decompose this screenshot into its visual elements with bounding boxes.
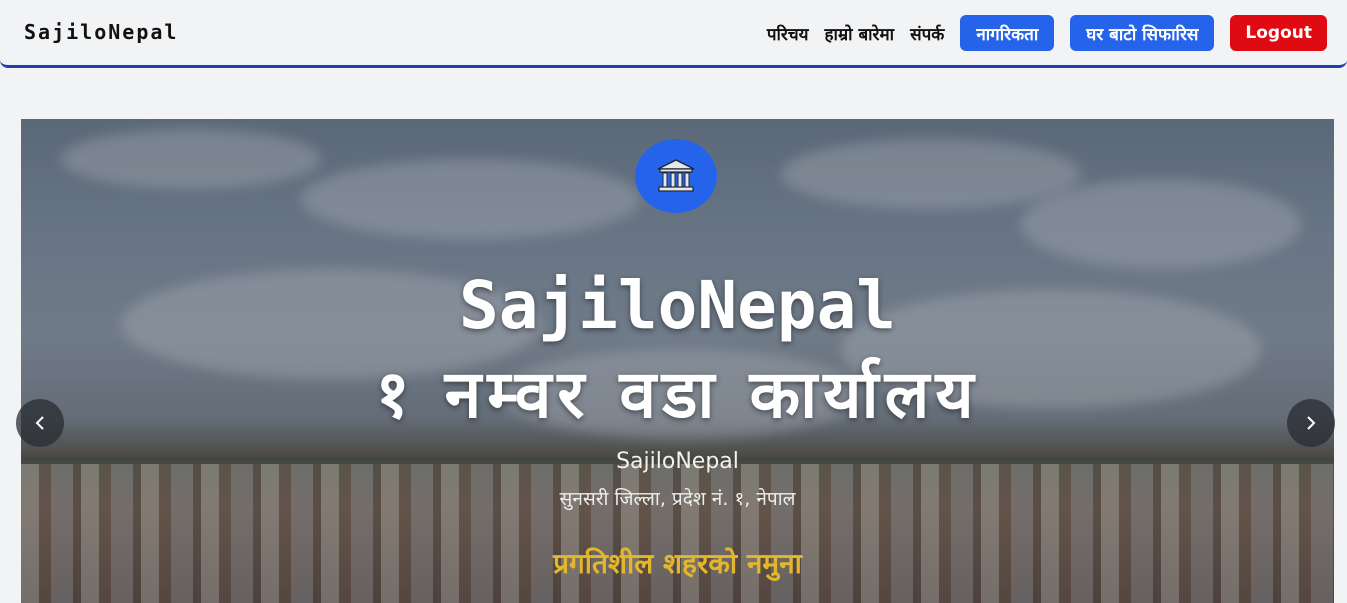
carousel-prev-button[interactable] [16,399,64,447]
chevron-right-icon [1307,416,1316,430]
hero-address: सुनसरी जिल्ला, प्रदेश नं. १, नेपाल [559,488,796,510]
chevron-left-icon [35,416,44,430]
hero-title: SajiloNepal [458,267,897,344]
hero-carousel: SajiloNepal १ नम्वर वडा कार्यालय SajiloN… [21,119,1334,603]
hero-subtitle: १ नम्वर वडा कार्यालय [375,356,980,433]
navbar: SajiloNepal परिचय हाम्रो बारेमा संपर्क न… [0,0,1347,68]
brand-logo[interactable]: SajiloNepal [24,20,178,44]
logout-button[interactable]: Logout [1230,15,1327,51]
carousel-next-button[interactable] [1287,399,1335,447]
nav-link-intro[interactable]: परिचय [767,22,809,45]
nav-links: परिचय हाम्रो बारेमा संपर्क नागरिकता घर ब… [767,15,1327,51]
government-building-icon [635,139,717,213]
hero-name: SajiloNepal [616,449,739,474]
citizenship-button[interactable]: नागरिकता [960,15,1055,51]
nav-link-about[interactable]: हाम्रो बारेमा [825,22,895,45]
hero-tagline: प्रगतिशील शहरको नमुना [553,547,802,580]
nav-link-contact[interactable]: संपर्क [910,22,944,45]
house-road-recommendation-button[interactable]: घर बाटो सिफारिस [1070,15,1215,51]
